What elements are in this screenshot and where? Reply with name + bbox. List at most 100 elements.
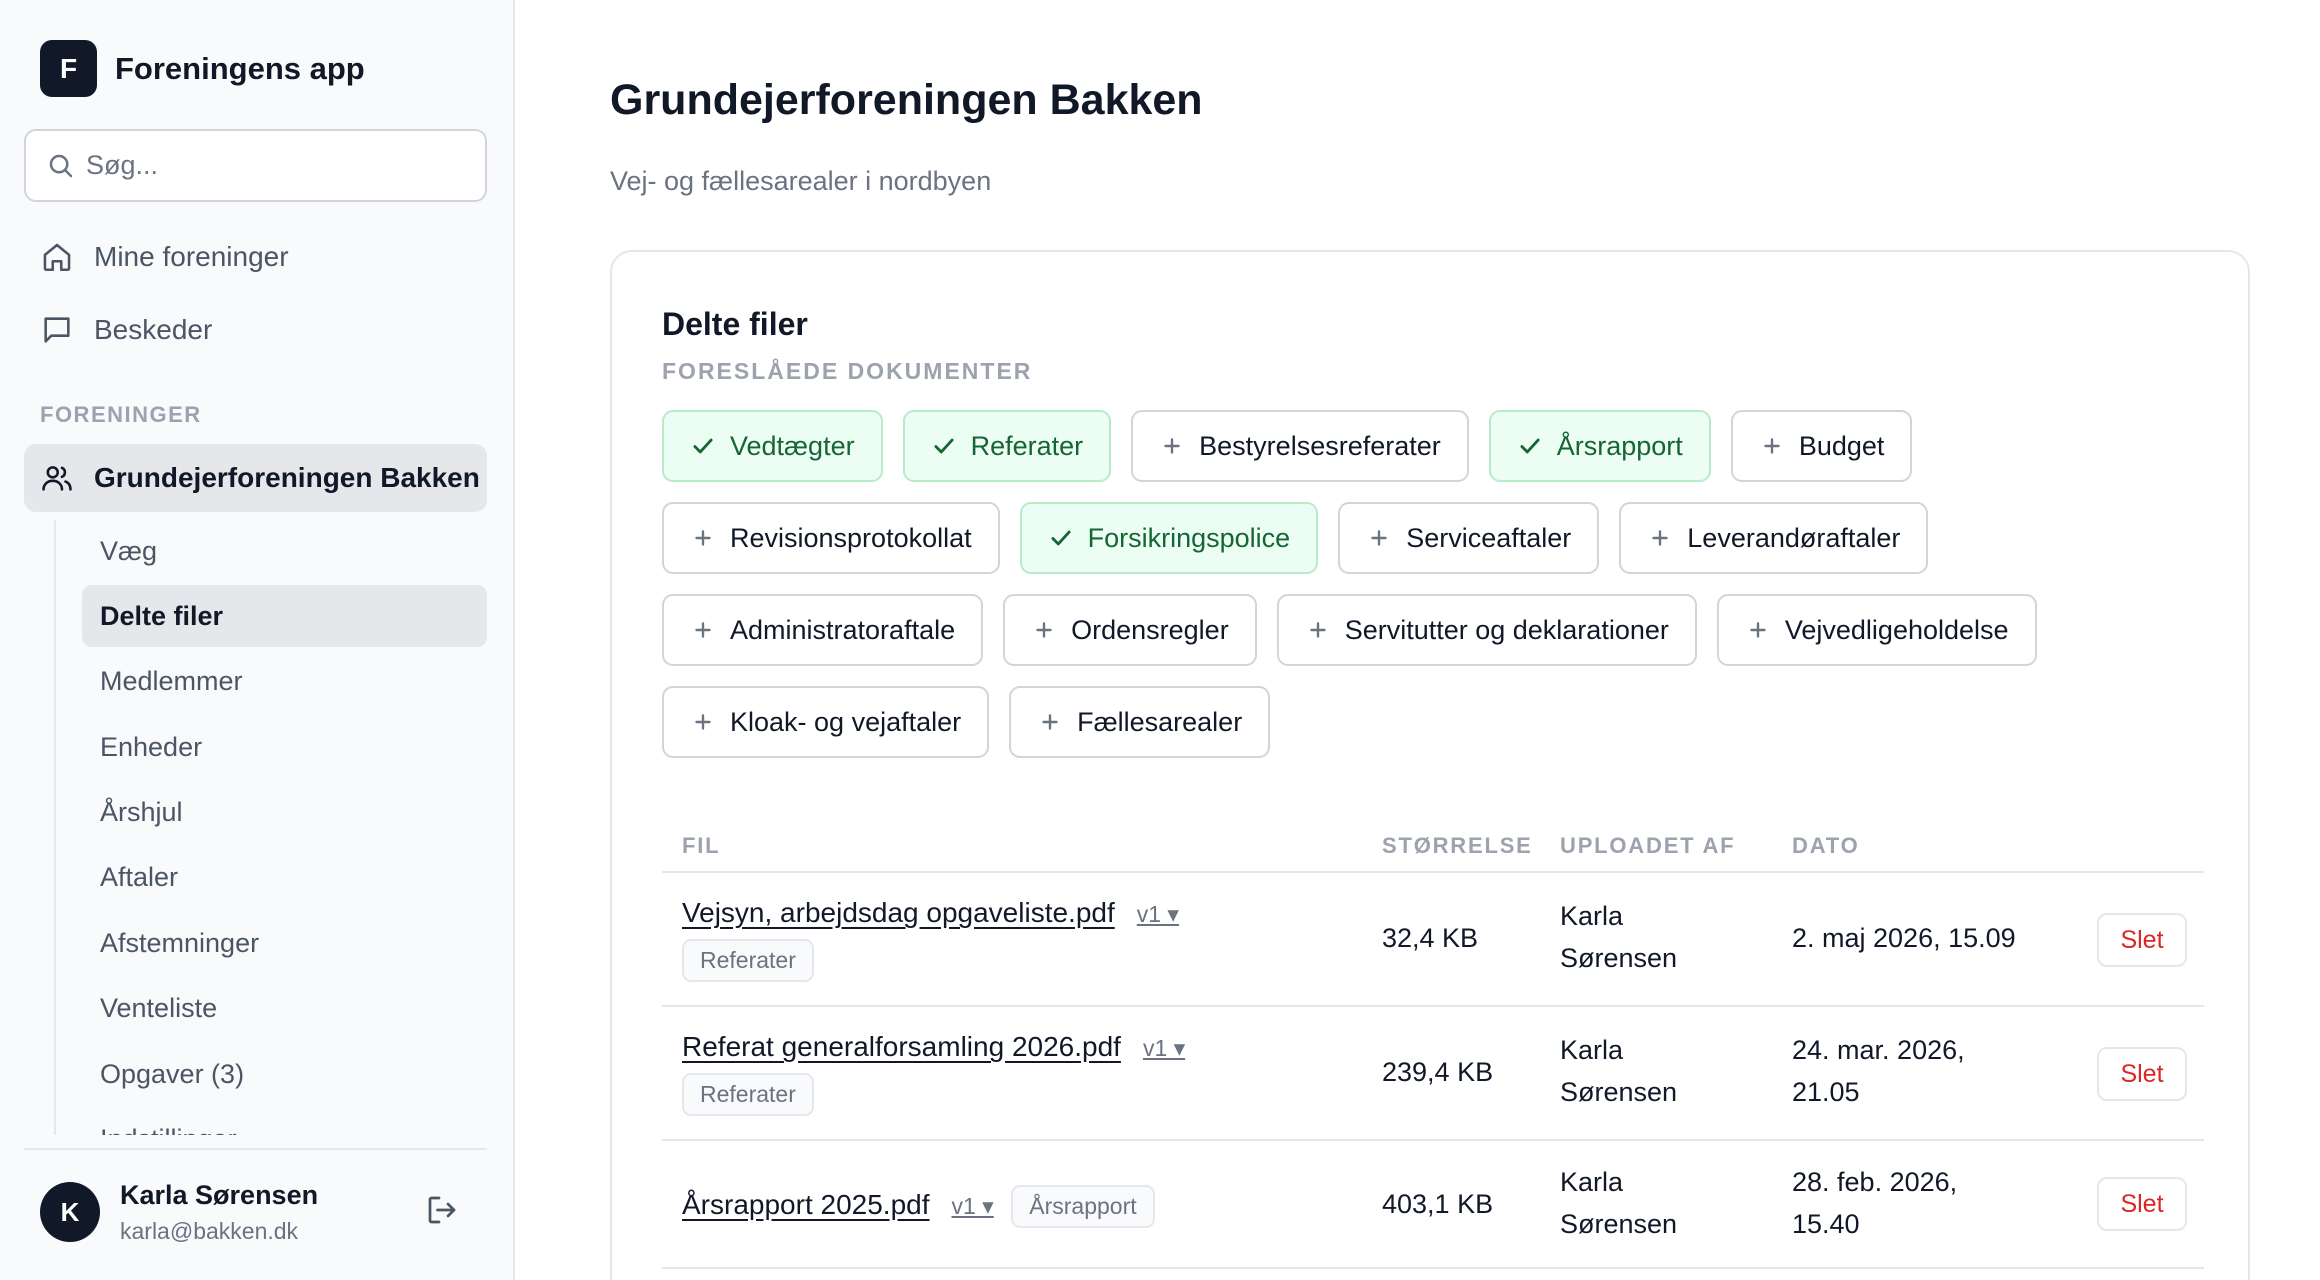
upload-date: 28. feb. 2026, <box>1792 1167 1958 1197</box>
subnav-item-wall[interactable]: Væg <box>82 520 487 582</box>
logout-icon[interactable] <box>424 1192 460 1228</box>
page-title: Grundejerforeningen Bakken <box>610 76 1203 124</box>
section-label: FORENINGER <box>40 402 202 427</box>
suggestion-chip[interactable]: Forsikringspolice <box>1019 502 1319 574</box>
chip-label: Servitutter og deklarationer <box>1344 614 1669 645</box>
suggestion-chip[interactable]: Fællesarealer <box>1009 686 1271 758</box>
subnav-item-members[interactable]: Medlemmer <box>82 651 487 713</box>
suggestion-chip[interactable]: Serviceaftaler <box>1338 502 1600 574</box>
files-table: FIL STØRRELSE UPLOADET AF DATO Vejsyn, a… <box>662 807 2204 1269</box>
version-dropdown[interactable]: v1 ▾ <box>1143 1035 1185 1061</box>
nav-label: Mine foreninger <box>94 240 289 272</box>
user-email: karla@bakken.dk <box>120 1218 299 1244</box>
home-icon <box>43 243 71 271</box>
suggestion-chip[interactable]: Vejvedligeholdelse <box>1716 594 2037 666</box>
chip-label: Ordensregler <box>1071 614 1229 645</box>
suggestion-chip[interactable]: Administratoraftale <box>662 594 984 666</box>
file-link[interactable]: Referat generalforsamling 2026.pdf <box>682 1031 1121 1062</box>
chip-label: Leverandøraftaler <box>1687 522 1901 553</box>
plus-icon <box>1750 622 1766 638</box>
search-input[interactable] <box>86 150 466 181</box>
upload-date: 24. mar. 2026, <box>1792 1035 1965 1065</box>
suggestion-chip[interactable]: Kloak- og vejaftaler <box>662 686 990 758</box>
sidebar-item-active-org[interactable]: Grundejerforeningen Bakken <box>24 444 487 512</box>
plus-icon <box>1042 714 1058 730</box>
suggested-document-chips: Vedtægter Referater Bestyrelsesreferater År… <box>662 410 2212 758</box>
delete-button[interactable]: Slet <box>2097 1047 2187 1101</box>
chip-label: Bestyrelsesreferater <box>1199 430 1441 461</box>
subnav-item-units[interactable]: Enheder <box>82 716 487 778</box>
check-icon <box>934 438 954 454</box>
users-icon <box>42 466 72 491</box>
subnav-item-annual-wheel[interactable]: Årshjul <box>82 782 487 844</box>
table-row: Årsrapport 2025.pdf v1 ▾ Årsrapport 403,1… <box>662 1141 2204 1269</box>
search-box[interactable] <box>24 129 487 202</box>
chip-label: Vedtægter <box>730 430 855 461</box>
sidebar: F Foreningens app Mine foreninger Besked… <box>0 0 515 1280</box>
nav-my-associations[interactable]: Mine foreninger <box>24 220 487 293</box>
file-name-cell: Årsrapport 2025.pdf v1 ▾ Årsrapport <box>682 1185 1155 1228</box>
shared-files-card: Delte filer FORESLÅEDE DOKUMENTER Vedtæg… <box>610 250 2250 1280</box>
table-header: FIL STØRRELSE UPLOADET AF DATO <box>662 807 2204 873</box>
chip-label: Vejvedligeholdelse <box>1784 614 2009 645</box>
version-dropdown[interactable]: v1 ▾ <box>952 1193 994 1219</box>
plus-icon <box>695 622 711 638</box>
chip-label: Referater <box>970 430 1084 461</box>
suggestion-chip[interactable]: Leverandøraftaler <box>1619 502 1929 574</box>
subnav-item-shared-files[interactable]: Delte filer <box>82 585 487 648</box>
category-tag: Referater <box>682 939 814 982</box>
upload-date: 2. maj 2026, 15.09 <box>1792 923 2016 953</box>
message-icon <box>44 316 70 343</box>
file-link[interactable]: Vejsyn, arbejdsdag opgaveliste.pdf <box>682 897 1115 928</box>
suggestion-chip[interactable]: Revisionsprotokollat <box>662 502 1000 574</box>
subnav-item-agreements[interactable]: Aftaler <box>82 847 487 909</box>
tag-cell: Referater <box>682 939 814 982</box>
delete-button[interactable]: Slet <box>2097 1177 2187 1231</box>
plus-icon <box>1036 622 1052 638</box>
chip-label: Administratoraftale <box>730 614 956 645</box>
suggestion-chip[interactable]: Servitutter og deklarationer <box>1276 594 1697 666</box>
version-dropdown[interactable]: v1 ▾ <box>1137 901 1179 927</box>
uploader-last-name: Sørensen <box>1560 1077 1678 1107</box>
user-name: Karla Sørensen <box>120 1180 319 1210</box>
subnav-item-tasks[interactable]: Opgaver (3) <box>82 1043 487 1105</box>
uploader-last-name: Sørensen <box>1560 943 1678 973</box>
suggestion-chip[interactable]: Ordensregler <box>1003 594 1257 666</box>
column-header-uploaded-by: UPLOADET AF <box>1560 833 1736 858</box>
delete-button[interactable]: Slet <box>2097 913 2187 967</box>
plus-icon <box>695 714 711 730</box>
check-icon <box>693 438 713 454</box>
subnav-item-votes[interactable]: Afstemninger <box>82 912 487 974</box>
user-panel: K Karla Sørensen karla@bakken.dk <box>24 1148 487 1280</box>
suggestion-chip[interactable]: Vedtægter <box>662 410 883 482</box>
subnav-item-settings[interactable]: Indstillinger <box>82 1109 487 1135</box>
search-icon <box>49 154 73 177</box>
chip-label: Serviceaftaler <box>1406 522 1572 553</box>
uploader-first-name: Karla <box>1560 1035 1624 1065</box>
nav-messages[interactable]: Beskeder <box>24 293 487 366</box>
file-size: 239,4 KB <box>1382 1057 1494 1087</box>
page-subtitle: Vej- og fællesarealer i nordbyen <box>610 166 992 196</box>
suggested-documents-label: FORESLÅEDE DOKUMENTER <box>662 358 1033 384</box>
suggestion-chip[interactable]: Budget <box>1730 410 1913 482</box>
uploader-last-name: Sørensen <box>1560 1209 1678 1239</box>
column-header-date: DATO <box>1792 833 1860 858</box>
upload-time: 15.40 <box>1792 1209 1860 1239</box>
suggestion-chip[interactable]: Bestyrelsesreferater <box>1131 410 1469 482</box>
chip-label: Revisionsprotokollat <box>730 522 972 553</box>
main-nav: Mine foreninger Beskeder <box>24 220 487 366</box>
brand[interactable]: F Foreningens app <box>40 40 365 97</box>
org-name: Grundejerforeningen Bakken <box>94 462 480 493</box>
plus-icon <box>695 530 711 546</box>
plus-icon <box>1309 622 1326 638</box>
file-link[interactable]: Årsrapport 2025.pdf <box>682 1189 930 1220</box>
subnav-item-waitlist[interactable]: Venteliste <box>82 978 487 1040</box>
org-subnav: Væg Delte filer Medlemmer Enheder Årshju… <box>54 520 487 1135</box>
file-size: 403,1 KB <box>1382 1189 1494 1219</box>
suggestion-chip[interactable]: Referater <box>902 410 1112 482</box>
column-header-size: STØRRELSE <box>1382 833 1533 858</box>
upload-time: 21.05 <box>1792 1077 1860 1107</box>
suggestion-chip[interactable]: Årsrapport <box>1488 410 1711 482</box>
uploader-first-name: Karla <box>1560 1167 1624 1197</box>
plus-icon <box>1164 438 1180 454</box>
